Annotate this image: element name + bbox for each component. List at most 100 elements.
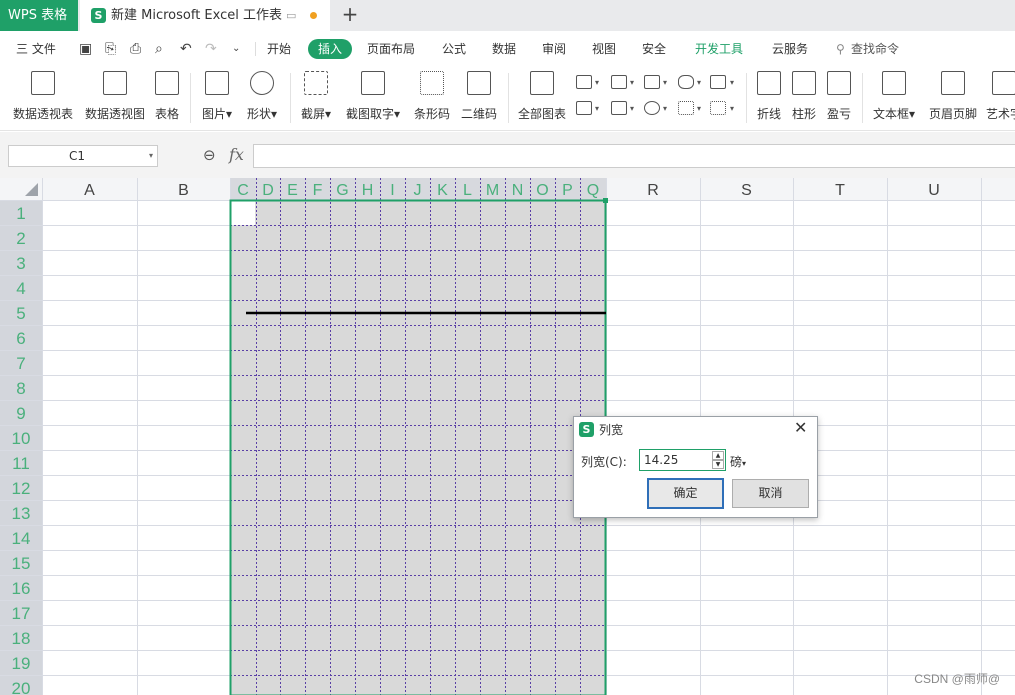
column-header-h[interactable]: H	[362, 182, 374, 199]
export-icon[interactable]: ⎘	[105, 41, 116, 57]
app-tab[interactable]: WPS 表格	[0, 0, 78, 31]
search-icon[interactable]: ⚲	[836, 31, 845, 67]
column-header-n[interactable]: N	[512, 182, 524, 199]
column-header-d[interactable]: D	[262, 182, 274, 199]
column-header-m[interactable]: M	[486, 182, 499, 199]
column-header-a[interactable]: A	[84, 182, 95, 199]
name-box[interactable]: C1 ▾	[8, 145, 158, 167]
dropdown-arrow-icon[interactable]: ▾	[663, 104, 667, 113]
textbox-button[interactable]: 文本框▾	[870, 71, 918, 123]
dropdown-arrow-icon[interactable]: ▾	[730, 78, 734, 87]
formula-input[interactable]	[253, 144, 1015, 168]
shape-button[interactable]: 形状▾	[244, 71, 280, 123]
column-header-o[interactable]: O	[536, 182, 548, 199]
column-header-c[interactable]: C	[237, 182, 249, 199]
dropdown-arrow-icon[interactable]: ▾	[595, 78, 599, 87]
ocr-button[interactable]: 截图取字▾	[344, 71, 402, 123]
print-icon[interactable]: ⎙	[130, 41, 141, 57]
quick-access-dropdown-icon[interactable]: ⌄	[232, 43, 240, 54]
zoom-icon[interactable]: ⊖	[203, 146, 216, 164]
column-width-input[interactable]: 14.25 ▲ ▼	[639, 449, 726, 471]
barcode-button[interactable]: 条形码	[414, 71, 450, 123]
picture-button[interactable]: 图片▾	[200, 71, 234, 123]
area-chart-icon[interactable]	[576, 101, 592, 115]
sparkline-column-button[interactable]: 柱形	[790, 71, 818, 123]
print-preview-icon[interactable]: ⌕	[155, 41, 163, 57]
menu-insert[interactable]: 插入	[308, 39, 352, 59]
row-header-13[interactable]: 13	[12, 504, 31, 523]
row-header-17[interactable]: 17	[12, 604, 31, 623]
monitor-icon[interactable]: ▭	[286, 0, 296, 31]
unit-dropdown[interactable]: 磅▾	[730, 453, 746, 470]
qrcode-button[interactable]: 二维码	[460, 71, 498, 123]
column-header-u[interactable]: U	[928, 182, 940, 199]
column-header-q[interactable]: Q	[587, 182, 599, 199]
sparkline-winloss-button[interactable]: 盈亏	[825, 71, 853, 123]
row-header-6[interactable]: 6	[16, 329, 25, 348]
dropdown-arrow-icon[interactable]: ▾	[697, 104, 701, 113]
menu-review[interactable]: 审阅	[542, 31, 566, 67]
sparkline-line-button[interactable]: 折线	[755, 71, 783, 123]
stock-chart-icon[interactable]	[710, 75, 726, 89]
row-header-16[interactable]: 16	[12, 579, 31, 598]
spreadsheet-grid[interactable]: ABCDEFGHIJKLMNOPQRSTU 123456789101112131…	[0, 178, 1015, 695]
dropdown-arrow-icon[interactable]: ▾	[630, 78, 634, 87]
ok-button[interactable]: 确定	[647, 478, 724, 509]
column-header-t[interactable]: T	[835, 182, 845, 199]
function-icon[interactable]: fx	[229, 145, 244, 164]
all-charts-button[interactable]: 全部图表	[517, 71, 567, 123]
row-header-10[interactable]: 10	[12, 429, 31, 448]
chevron-down-icon[interactable]: ▾	[149, 146, 153, 166]
radar-chart-icon[interactable]	[678, 75, 694, 89]
line-chart-icon[interactable]	[644, 75, 660, 89]
menu-cloud[interactable]: 云服务	[772, 31, 808, 67]
column-header-i[interactable]: I	[390, 182, 394, 199]
column-header-p[interactable]: P	[562, 182, 573, 199]
column-header-s[interactable]: S	[741, 182, 752, 199]
header-footer-button[interactable]: 页眉页脚	[927, 71, 979, 123]
document-tab[interactable]: S 新建 Microsoft Excel 工作表 ▭	[80, 0, 330, 31]
row-header-7[interactable]: 7	[16, 354, 25, 373]
scatter-chart-icon[interactable]	[678, 101, 694, 115]
column-header-b[interactable]: B	[178, 182, 189, 199]
row-header-4[interactable]: 4	[16, 279, 25, 298]
close-icon[interactable]: ✕	[794, 418, 807, 437]
row-header-19[interactable]: 19	[12, 654, 31, 673]
column-header-g[interactable]: G	[336, 182, 348, 199]
undo-icon[interactable]: ↶	[180, 41, 192, 57]
bar-chart-horizontal-icon[interactable]	[611, 75, 627, 89]
dropdown-arrow-icon[interactable]: ▾	[697, 78, 701, 87]
row-header-14[interactable]: 14	[12, 529, 31, 548]
row-header-11[interactable]: 11	[12, 454, 30, 473]
spin-up-icon[interactable]: ▲	[712, 451, 724, 460]
row-header-20[interactable]: 20	[12, 679, 31, 695]
row-header-18[interactable]: 18	[12, 629, 31, 648]
redo-icon[interactable]: ↷	[205, 41, 217, 57]
column-header-l[interactable]: L	[463, 182, 472, 199]
active-cell-c1[interactable]	[231, 201, 255, 225]
column-header-j[interactable]: J	[414, 182, 422, 199]
row-header-15[interactable]: 15	[12, 554, 31, 573]
row-header-2[interactable]: 2	[16, 229, 25, 248]
pivot-table-button[interactable]: 数据透视表	[12, 71, 74, 123]
save-icon[interactable]: ▣	[79, 41, 92, 57]
row-header-1[interactable]: 1	[16, 204, 25, 223]
menu-view[interactable]: 视图	[592, 31, 616, 67]
dropdown-arrow-icon[interactable]: ▾	[630, 104, 634, 113]
row-header-12[interactable]: 12	[12, 479, 31, 498]
row-header-9[interactable]: 9	[16, 404, 25, 423]
column-chart-icon[interactable]	[576, 75, 592, 89]
column-header-f[interactable]: F	[313, 182, 323, 199]
screenshot-button[interactable]: 截屏▾	[299, 71, 333, 123]
menu-developer[interactable]: 开发工具	[695, 31, 743, 67]
dropdown-arrow-icon[interactable]: ▾	[663, 78, 667, 87]
fill-handle[interactable]	[603, 198, 608, 203]
selection-area[interactable]	[230, 200, 606, 695]
search-command[interactable]: 查找命令	[851, 31, 899, 67]
bubble-chart-icon[interactable]	[710, 101, 726, 115]
menu-security[interactable]: 安全	[642, 31, 666, 67]
menu-start[interactable]: 开始	[267, 31, 291, 67]
combo-chart-icon[interactable]	[611, 101, 627, 115]
column-header-r[interactable]: R	[647, 182, 659, 199]
dropdown-arrow-icon[interactable]: ▾	[730, 104, 734, 113]
